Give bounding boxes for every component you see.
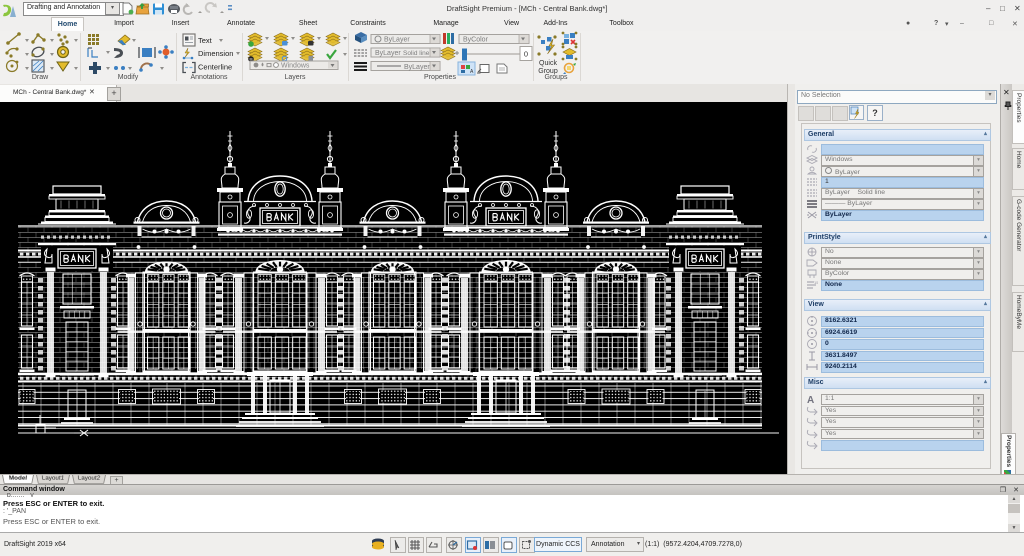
svg-text:ByLayer: ByLayer bbox=[384, 37, 410, 44]
svg-text:A: A bbox=[807, 395, 814, 404]
svg-text:Centerline: Centerline bbox=[198, 63, 232, 72]
svg-text:15: 15 bbox=[814, 280, 818, 285]
svg-text:Group: Group bbox=[538, 68, 558, 75]
svg-text:ByLayer: ByLayer bbox=[375, 50, 401, 57]
svg-text:Dimension: Dimension bbox=[198, 49, 233, 58]
svg-text:Quick: Quick bbox=[539, 60, 557, 67]
svg-text:Text: Text bbox=[198, 36, 213, 45]
svg-text:Windows: Windows bbox=[281, 63, 310, 70]
svg-text:ByLayer: ByLayer bbox=[404, 64, 430, 71]
svg-text:ByColor: ByColor bbox=[463, 37, 489, 44]
svg-text:0: 0 bbox=[524, 50, 528, 59]
svg-text:Solid line: Solid line bbox=[403, 50, 430, 57]
